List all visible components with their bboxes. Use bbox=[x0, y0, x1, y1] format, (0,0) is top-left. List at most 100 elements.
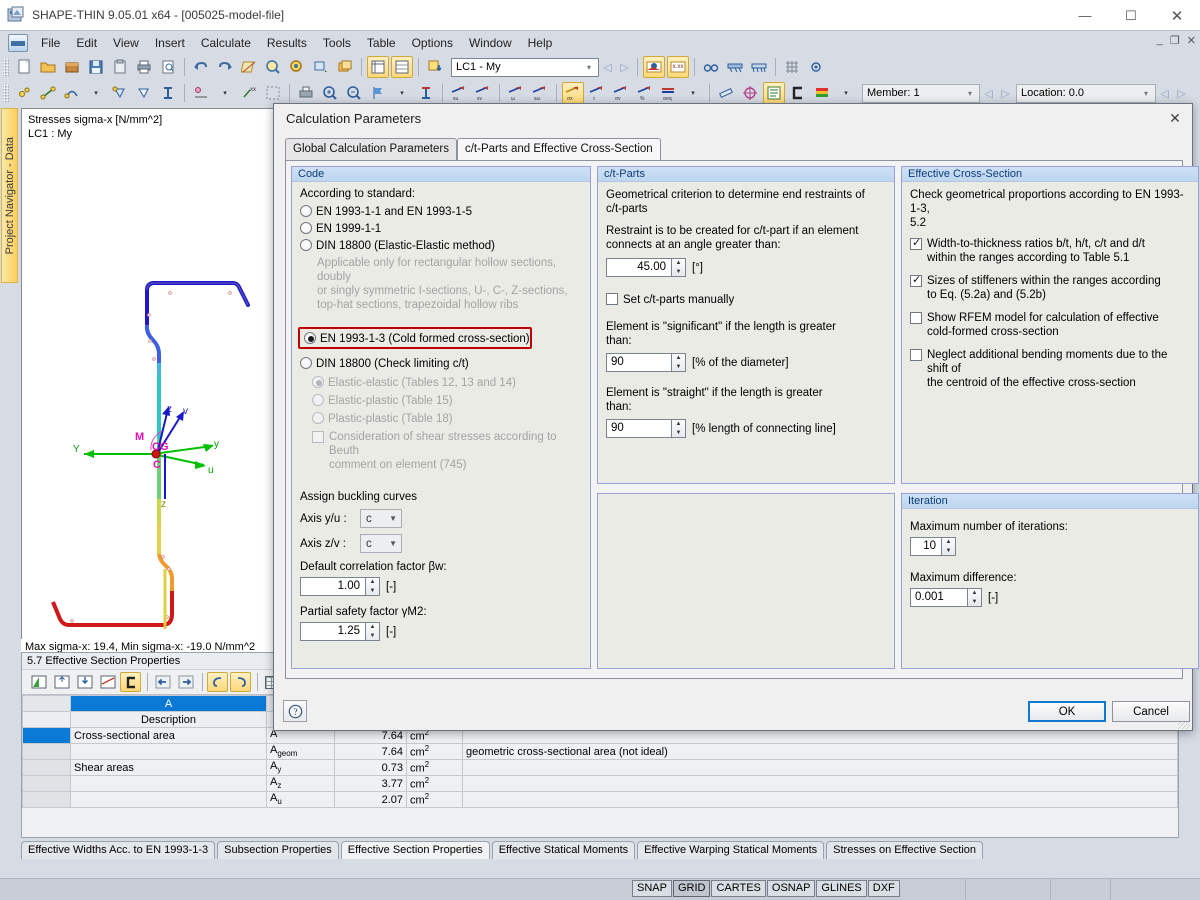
spinner-buttons[interactable]: ▲ ▼ bbox=[672, 353, 686, 372]
save-icon[interactable] bbox=[85, 56, 107, 78]
correlation-factor-input[interactable]: 1.00 bbox=[300, 577, 366, 596]
member-combo[interactable]: Member: 1 ▾ bbox=[862, 83, 980, 103]
close-button[interactable]: ✕ bbox=[1154, 0, 1200, 31]
menu-item-file[interactable]: File bbox=[33, 33, 68, 53]
menu-item-edit[interactable]: Edit bbox=[68, 33, 105, 53]
help-button[interactable]: ? bbox=[283, 700, 307, 722]
mdi-close-button[interactable]: ✕ bbox=[1187, 34, 1196, 47]
location-combo[interactable]: Location: 0.0 ▾ bbox=[1016, 83, 1156, 103]
table-check-icon[interactable] bbox=[28, 672, 49, 692]
show-results-icon[interactable] bbox=[643, 56, 665, 78]
axis-yu-combo[interactable]: c ▼ bbox=[360, 509, 402, 528]
element-icon[interactable] bbox=[61, 82, 83, 104]
spinner-down-icon[interactable]: ▼ bbox=[366, 632, 379, 641]
chevron-down-icon-flag[interactable]: ▾ bbox=[391, 82, 413, 104]
partial-safety-factor-spinner[interactable]: 1.25 ▲ ▼ bbox=[300, 622, 380, 641]
row-selector[interactable] bbox=[22, 727, 71, 744]
row-selector[interactable] bbox=[22, 791, 71, 808]
spinner-up-icon[interactable]: ▲ bbox=[968, 589, 981, 598]
maximize-button[interactable]: ☐ bbox=[1108, 0, 1154, 31]
sheet-tab-effective-statical-moments[interactable]: Effective Statical Moments bbox=[491, 841, 636, 859]
spinner-buttons[interactable]: ▲ ▼ bbox=[366, 577, 380, 596]
osnap-button[interactable]: OSNAP bbox=[766, 880, 816, 897]
table-row[interactable]: Shear areas Ay 0.73 cm2 bbox=[22, 759, 1178, 776]
significant-length-spinner[interactable]: 90 ▲ ▼ bbox=[606, 353, 686, 372]
new-file-icon[interactable] bbox=[13, 56, 35, 78]
menu-item-help[interactable]: Help bbox=[520, 33, 561, 53]
glines-button[interactable]: GLINES bbox=[816, 880, 867, 897]
undo-curve-icon[interactable] bbox=[207, 672, 228, 692]
graphics-view[interactable]: Stresses sigma-x [N/mm^2] LC1 : My z v y… bbox=[21, 108, 279, 646]
max-iterations-spinner[interactable]: 10 ▲ ▼ bbox=[910, 537, 956, 556]
supports-alt-icon[interactable] bbox=[748, 56, 770, 78]
notes-icon[interactable] bbox=[763, 82, 785, 104]
ibeam2-icon[interactable] bbox=[415, 82, 437, 104]
sigma-v-icon[interactable]: σv bbox=[610, 82, 632, 104]
radio-en-1993-1-1[interactable]: EN 1993-1-1 and EN 1993-1-5 bbox=[300, 205, 582, 218]
result-values-icon[interactable]: x.xx bbox=[667, 56, 689, 78]
spinner-buttons[interactable]: ▲ ▼ bbox=[366, 622, 380, 641]
redo-curve-icon[interactable] bbox=[230, 672, 251, 692]
clipboard-icon[interactable] bbox=[109, 56, 131, 78]
chevron-down-icon[interactable]: ▼ bbox=[389, 539, 397, 548]
chevron-down-icon-el[interactable]: ▾ bbox=[85, 82, 107, 104]
menu-item-options[interactable]: Options bbox=[404, 33, 461, 53]
menu-item-table[interactable]: Table bbox=[359, 33, 404, 53]
print-preview-icon[interactable] bbox=[157, 56, 179, 78]
chevron-down-icon[interactable]: ▼ bbox=[389, 514, 397, 523]
spinner-buttons[interactable]: ▲ ▼ bbox=[672, 258, 686, 277]
checkbox-show-rfem-model[interactable]: Show RFEM model for calculation of effec… bbox=[910, 311, 1190, 339]
straight-length-input[interactable]: 90 bbox=[606, 419, 672, 438]
spinner-up-icon[interactable]: ▲ bbox=[672, 259, 685, 268]
glasses-icon[interactable] bbox=[700, 56, 722, 78]
sheet-tab-effective-warping-statical-moments[interactable]: Effective Warping Statical Moments bbox=[637, 841, 825, 859]
table-list-icon[interactable] bbox=[367, 56, 389, 78]
checkbox-set-ct-parts-manually[interactable]: Set c/t-parts manually bbox=[606, 293, 886, 306]
mdi-restore-button[interactable]: ❐ bbox=[1170, 34, 1180, 47]
angle-input[interactable]: 45.00 bbox=[606, 258, 672, 277]
spinner-up-icon[interactable]: ▲ bbox=[672, 354, 685, 363]
spinner-down-icon[interactable]: ▼ bbox=[672, 429, 685, 438]
zoom-target-icon[interactable] bbox=[286, 56, 308, 78]
flag-icon[interactable] bbox=[367, 82, 389, 104]
load-case-prev-button[interactable]: ◁ bbox=[599, 57, 616, 77]
cartes-button[interactable]: CARTES bbox=[711, 880, 766, 897]
sigma-eqv-icon[interactable]: σeq bbox=[658, 82, 680, 104]
ibeam-icon[interactable] bbox=[157, 82, 179, 104]
zoom-in-icon[interactable] bbox=[262, 56, 284, 78]
dialog-close-icon[interactable]: ✕ bbox=[1164, 108, 1186, 128]
spinner-up-icon[interactable]: ▲ bbox=[366, 623, 379, 632]
tab-ct-parts-and-effective-cross-section[interactable]: c/t-Parts and Effective Cross-Section bbox=[456, 138, 661, 160]
grid-button[interactable]: GRID bbox=[672, 880, 711, 897]
zoom-plus-icon[interactable] bbox=[319, 82, 341, 104]
undo-icon[interactable] bbox=[190, 56, 212, 78]
menu-item-view[interactable]: View bbox=[105, 33, 147, 53]
radio-din-18800-elastic-elastic[interactable]: DIN 18800 (Elastic-Elastic method) bbox=[300, 239, 582, 252]
select-region-icon[interactable] bbox=[310, 56, 332, 78]
table-edit-icon[interactable] bbox=[97, 672, 118, 692]
toolbar-grip[interactable] bbox=[3, 58, 9, 76]
radio-din-18800-check-limiting[interactable]: DIN 18800 (Check limiting c/t) bbox=[300, 357, 582, 370]
chevron-down-icon-stress[interactable]: ▾ bbox=[682, 82, 704, 104]
c-section-icon[interactable] bbox=[120, 672, 141, 692]
load-case-next-button[interactable]: ▷ bbox=[616, 57, 633, 77]
sigma-x-icon[interactable]: σx bbox=[562, 82, 584, 104]
project-navigator-tab[interactable]: Project Navigator - Data bbox=[1, 108, 18, 283]
cancel-button[interactable]: Cancel bbox=[1112, 701, 1190, 722]
mesh-settings-icon[interactable] bbox=[805, 56, 827, 78]
package-icon[interactable] bbox=[61, 56, 83, 78]
spinner-buttons[interactable]: ▲ ▼ bbox=[942, 537, 956, 556]
omega-icon[interactable]: ω bbox=[505, 82, 527, 104]
partial-safety-factor-input[interactable]: 1.25 bbox=[300, 622, 366, 641]
zoom-minus-icon[interactable] bbox=[343, 82, 365, 104]
crosshair-icon[interactable] bbox=[739, 82, 761, 104]
menu-item-results[interactable]: Results bbox=[259, 33, 315, 53]
table-grid-icon[interactable] bbox=[391, 56, 413, 78]
max-difference-input[interactable]: 0.001 bbox=[910, 588, 968, 607]
checkbox-neglect-bending-moments[interactable]: Neglect additional bending moments due t… bbox=[910, 348, 1190, 390]
radio-en-1993-1-3-cold-formed[interactable]: EN 1993-1-3 (Cold formed cross-section) bbox=[298, 327, 582, 349]
axis-zv-combo[interactable]: c ▼ bbox=[360, 534, 402, 553]
render-icon[interactable] bbox=[238, 56, 260, 78]
spinner-buttons[interactable]: ▲ ▼ bbox=[672, 419, 686, 438]
mesh-icon[interactable] bbox=[781, 56, 803, 78]
